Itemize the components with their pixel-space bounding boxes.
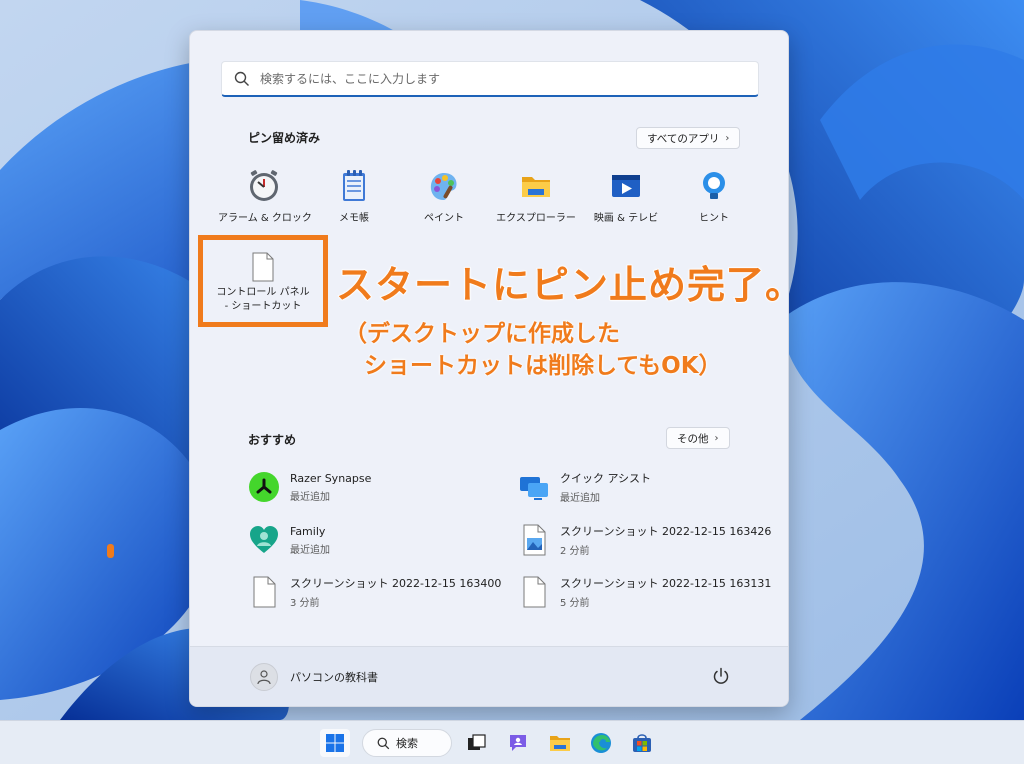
recommended-item-screenshot-163400[interactable]: スクリーンショット 2022-12-15 163400 3 分前 bbox=[248, 572, 508, 612]
recommended-item-time: 2 分前 bbox=[560, 546, 590, 557]
search-icon bbox=[377, 737, 390, 749]
start-search-input[interactable]: 検索するには、ここに入力します bbox=[221, 61, 759, 97]
file-icon bbox=[523, 576, 546, 608]
recommended-item-time: 最近追加 bbox=[290, 544, 330, 556]
microsoft-store-button[interactable] bbox=[627, 729, 657, 757]
recommended-item-time: 5 分前 bbox=[560, 598, 590, 609]
folder-icon bbox=[522, 177, 550, 197]
edge-icon bbox=[591, 733, 611, 753]
pinned-app-alarm-clock[interactable]: アラーム & クロック bbox=[218, 169, 312, 239]
task-view-icon bbox=[468, 734, 486, 750]
alarm-clock-icon bbox=[250, 170, 278, 201]
file-explorer-button[interactable] bbox=[545, 729, 575, 757]
pinned-app-label: エクスプローラー bbox=[496, 213, 576, 224]
file-icon bbox=[253, 576, 276, 608]
recommended-item-screenshot-163131[interactable]: スクリーンショット 2022-12-15 163131 5 分前 bbox=[518, 572, 778, 612]
family-heart-icon bbox=[250, 526, 278, 553]
quick-assist-icon bbox=[520, 477, 548, 500]
recommended-item-name: スクリーンショット 2022-12-15 163131 bbox=[560, 577, 772, 590]
pinned-app-label: ペイント bbox=[424, 213, 464, 224]
user-account-button[interactable]: パソコンの教科書 bbox=[250, 663, 378, 691]
recommended-item-quick-assist[interactable]: クイック アシスト 最近追加 bbox=[518, 467, 778, 507]
user-icon bbox=[257, 670, 271, 685]
avatar bbox=[250, 663, 278, 691]
recommended-item-razer-synapse[interactable]: Razer Synapse 最近追加 bbox=[248, 467, 508, 507]
recommended-item-family[interactable]: Family 最近追加 bbox=[248, 520, 508, 560]
chevron-right-icon: › bbox=[714, 432, 719, 444]
pinned-app-label: メモ帳 bbox=[339, 213, 369, 224]
pinned-app-notepad[interactable]: メモ帳 bbox=[308, 169, 400, 239]
search-icon bbox=[234, 71, 249, 86]
more-label: その他 bbox=[677, 432, 709, 445]
notepad-icon bbox=[343, 170, 365, 201]
folder-icon bbox=[550, 736, 570, 751]
taskbar-search-label: 検索 bbox=[396, 737, 418, 750]
recommended-item-time: 最近追加 bbox=[290, 491, 330, 503]
recommended-item-name: Family bbox=[290, 524, 326, 538]
pinned-app-explorer[interactable]: エクスプローラー bbox=[490, 169, 582, 239]
annotation-main-text: スタートにピン止め完了。 bbox=[335, 262, 805, 308]
annotation-marker bbox=[107, 544, 114, 558]
task-view-button[interactable] bbox=[462, 729, 492, 757]
recommended-item-name: スクリーンショット 2022-12-15 163400 bbox=[290, 577, 502, 590]
all-apps-label: すべてのアプリ bbox=[647, 132, 720, 145]
windows-logo-icon bbox=[326, 734, 344, 752]
recommended-item-name: クイック アシスト bbox=[560, 472, 652, 485]
store-icon bbox=[633, 734, 651, 752]
pinned-app-movies-tv[interactable]: 映画 & テレビ bbox=[580, 169, 672, 239]
pinned-app-label: アラーム & クロック bbox=[218, 213, 312, 224]
chevron-right-icon: › bbox=[725, 132, 730, 144]
recommended-item-name: Razer Synapse bbox=[290, 471, 372, 485]
start-menu-footer: パソコンの教科書 bbox=[190, 646, 788, 706]
pinned-app-label: 映画 & テレビ bbox=[593, 213, 659, 224]
search-placeholder: 検索するには、ここに入力します bbox=[260, 72, 441, 86]
annotation-sub-line1: （デスクトップに作成した bbox=[344, 321, 620, 347]
taskbar: 検索 bbox=[0, 720, 1024, 764]
tips-lightbulb-icon bbox=[703, 172, 725, 199]
annotation-sub-line2: ショートカットは削除してもOK） bbox=[364, 353, 722, 379]
shortcut-label-line2: - ショートカット bbox=[224, 301, 302, 312]
power-icon[interactable] bbox=[712, 667, 730, 685]
movies-tv-icon bbox=[612, 175, 640, 197]
recommended-item-time: 最近追加 bbox=[560, 493, 600, 504]
recommended-item-name: スクリーンショット 2022-12-15 163426 bbox=[560, 525, 772, 538]
taskbar-search-button[interactable]: 検索 bbox=[362, 729, 452, 757]
pinned-control-panel-shortcut[interactable]: コントロール パネル - ショートカット bbox=[198, 235, 328, 327]
pinned-section-title: ピン留め済み bbox=[248, 131, 321, 145]
file-icon bbox=[252, 252, 274, 282]
recommended-section-title: おすすめ bbox=[248, 433, 297, 447]
pinned-app-paint[interactable]: ペイント bbox=[398, 169, 490, 239]
razer-icon bbox=[249, 472, 279, 502]
recommended-item-screenshot-163426[interactable]: スクリーンショット 2022-12-15 163426 2 分前 bbox=[518, 520, 778, 560]
image-file-icon bbox=[523, 524, 546, 556]
pinned-app-tips[interactable]: ヒント bbox=[668, 169, 760, 239]
shortcut-label-line1: コントロール パネル bbox=[216, 287, 310, 298]
edge-browser-button[interactable] bbox=[586, 729, 616, 757]
paint-icon bbox=[430, 173, 457, 200]
recommended-item-time: 3 分前 bbox=[290, 598, 320, 609]
pinned-app-label: ヒント bbox=[699, 213, 729, 224]
chat-icon bbox=[510, 735, 526, 751]
start-button[interactable] bbox=[320, 729, 350, 757]
all-apps-button[interactable]: すべてのアプリ › bbox=[636, 127, 741, 149]
teams-chat-button[interactable] bbox=[503, 729, 533, 757]
more-button[interactable]: その他 › bbox=[666, 427, 730, 449]
user-name: パソコンの教科書 bbox=[290, 671, 378, 684]
